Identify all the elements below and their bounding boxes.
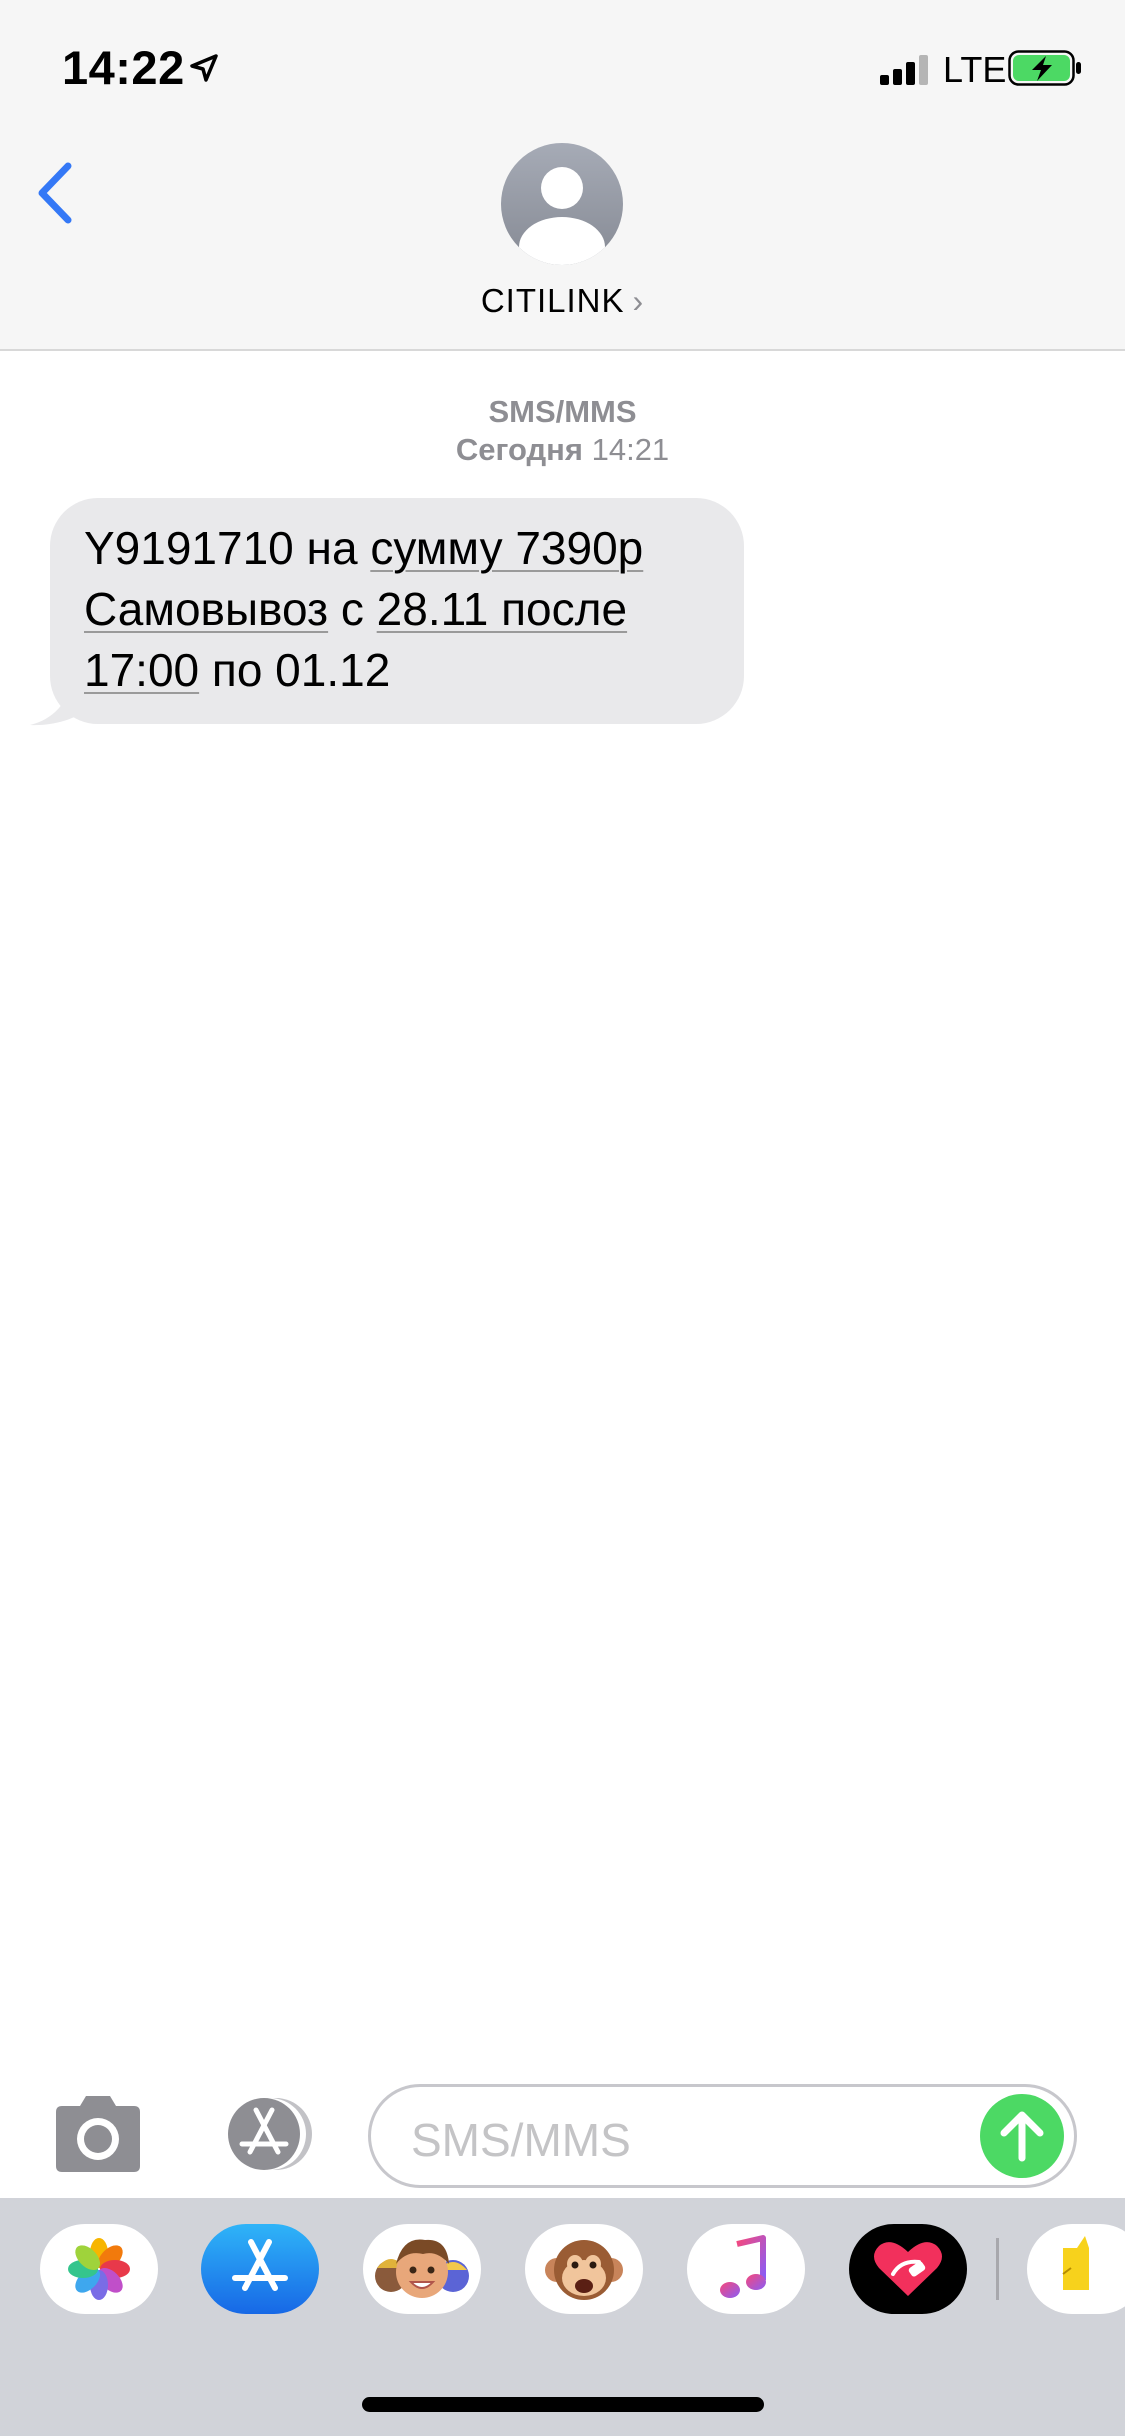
- app-store-icon[interactable]: [208, 2094, 320, 2174]
- memoji-app-button[interactable]: [363, 2224, 481, 2314]
- animoji-monkey-icon: [545, 2240, 623, 2300]
- time-label: 14:21: [591, 432, 670, 467]
- back-chevron-icon[interactable]: [32, 158, 82, 228]
- location-arrow-icon: [190, 54, 218, 82]
- battery-charging-icon: [1008, 50, 1081, 86]
- message-line: Y9191710 на сумму 7390р: [84, 522, 644, 574]
- message-input-placeholder: SMS/MMS: [411, 2114, 631, 2166]
- digital-touch-app-button[interactable]: [849, 2224, 967, 2314]
- contact-name: CITILINK: [480, 282, 625, 319]
- contact-avatar[interactable]: [501, 143, 623, 265]
- contact-name-button[interactable]: CITILINK ›: [0, 282, 1125, 320]
- timestamp: Сегодня 14:21: [0, 432, 1125, 468]
- date-link[interactable]: 28.11 после: [377, 583, 627, 635]
- appstore-app-button[interactable]: [201, 2224, 319, 2314]
- animoji-app-button[interactable]: [525, 2224, 643, 2314]
- message-input[interactable]: SMS/MMS: [368, 2084, 1077, 2188]
- time-link[interactable]: 17:00: [84, 644, 199, 696]
- sticker-app-icon: [1062, 2236, 1089, 2290]
- message-line: 17:00 по 01.12: [84, 644, 391, 696]
- digital-touch-icon: [874, 2242, 942, 2296]
- conversation-header: 14:22 LTE CITILINK ›: [0, 0, 1125, 351]
- music-icon: [720, 2235, 766, 2298]
- service-label: SMS/MMS: [488, 394, 637, 429]
- day-label: Сегодня: [455, 432, 583, 467]
- signal-strength-icon: [880, 55, 928, 85]
- photos-icon: [68, 2238, 130, 2300]
- app-store-icon: [232, 2239, 288, 2291]
- pickup-link[interactable]: Самовывоз: [84, 583, 328, 635]
- status-time: 14:22: [62, 41, 185, 94]
- sticker-app-button[interactable]: [1027, 2224, 1125, 2314]
- person-icon: [541, 167, 583, 209]
- incoming-message-bubble[interactable]: Y9191710 на сумму 7390р Самовывоз с 28.1…: [50, 498, 744, 724]
- home-indicator[interactable]: [362, 2397, 764, 2412]
- memoji-icon: [375, 2239, 469, 2298]
- drawer-separator: [996, 2238, 999, 2300]
- photos-app-button[interactable]: [40, 2224, 158, 2314]
- message-line: Самовывоз с 28.11 после: [84, 583, 628, 635]
- music-app-button[interactable]: [687, 2224, 805, 2314]
- camera-icon[interactable]: [50, 2094, 146, 2174]
- network-type: LTE: [943, 49, 1007, 90]
- send-button[interactable]: [980, 2094, 1064, 2178]
- arrow-up-icon: [1000, 2111, 1044, 2162]
- amount-link[interactable]: сумму 7390р: [370, 522, 643, 574]
- chevron-right-icon: ›: [632, 283, 645, 319]
